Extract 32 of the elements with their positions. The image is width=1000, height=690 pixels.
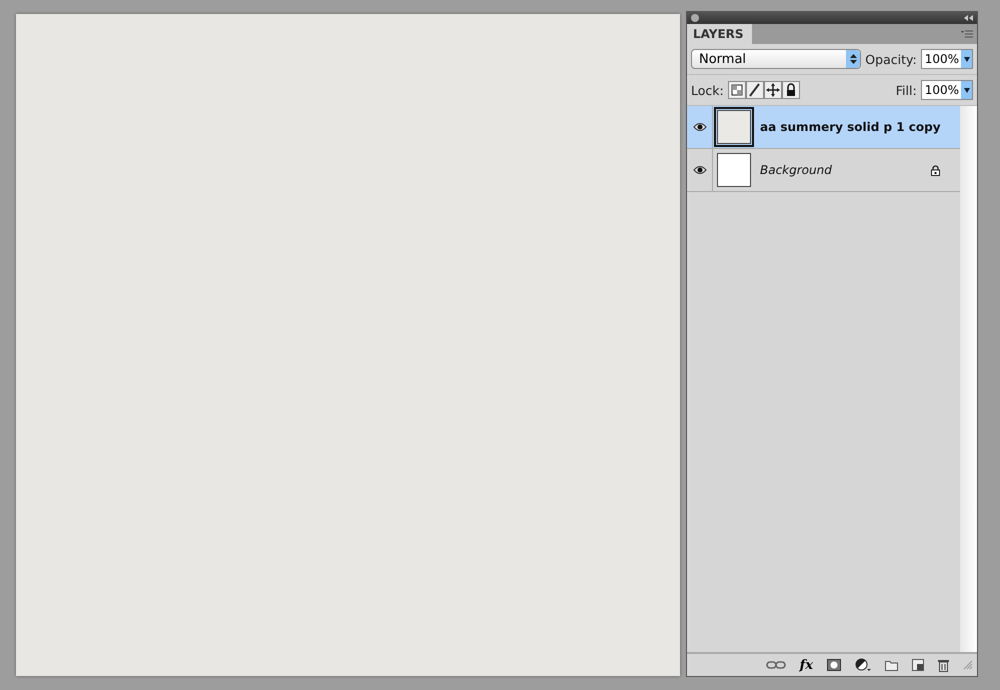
layer-thumbnail (717, 153, 751, 187)
layer-name: aa summery solid p 1 copy (760, 120, 942, 134)
folder-icon[interactable] (885, 660, 898, 670)
layer-thumbnail (717, 110, 751, 144)
lock-icon[interactable] (782, 81, 800, 99)
layer-name: Background (760, 163, 833, 177)
effects-button[interactable]: fx (800, 658, 813, 672)
link-icon[interactable] (766, 660, 786, 670)
layers-tab[interactable]: LAYERS (687, 24, 752, 44)
mask-icon[interactable] (827, 659, 841, 671)
move-icon[interactable] (764, 81, 782, 99)
opacity-field[interactable]: 100% (920, 49, 973, 69)
brush-icon[interactable] (746, 81, 764, 99)
new-layer-icon[interactable] (912, 659, 924, 671)
eye-icon[interactable] (692, 165, 706, 175)
stepper-icon (846, 50, 860, 68)
lock-label: Lock: (691, 82, 724, 98)
lock-transparency-icon[interactable] (728, 81, 746, 99)
close-icon[interactable] (691, 14, 699, 22)
scrollbar[interactable] (960, 106, 977, 652)
resize-grip-icon[interactable] (963, 660, 973, 670)
panel-menu-icon[interactable] (961, 30, 973, 38)
fill-label: Fill: (896, 82, 917, 98)
layer-row[interactable]: aa summery solid p 1 copy (687, 106, 960, 149)
collapse-icon[interactable] (964, 15, 973, 21)
opacity-label: Opacity: (865, 52, 917, 66)
blend-mode-dropdown[interactable]: Normal (691, 49, 862, 69)
fill-field[interactable]: 100% (920, 80, 973, 100)
trash-icon[interactable] (938, 658, 949, 672)
eye-icon[interactable] (692, 122, 706, 132)
layer-row[interactable]: Background (687, 149, 960, 192)
adjustment-icon[interactable] (855, 658, 871, 672)
